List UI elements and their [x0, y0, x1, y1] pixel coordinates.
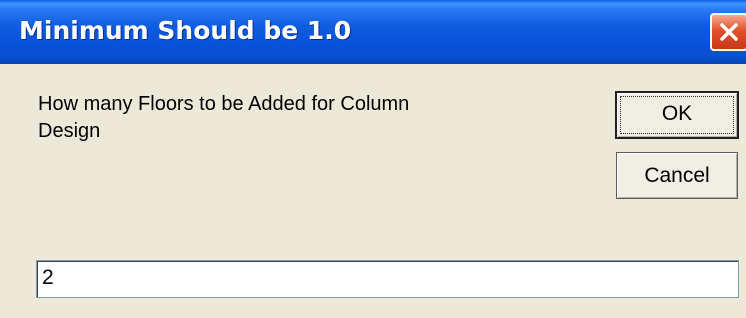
ok-button[interactable]: OK — [615, 91, 739, 139]
prompt-line-1: How many Floors to be Added for Column — [38, 93, 410, 115]
floors-input[interactable]: 2 — [36, 260, 739, 298]
title-bar[interactable]: Minimum Should be 1.0 — [0, 0, 746, 64]
prompt-text: How many Floors to be Added for Column D… — [38, 91, 538, 145]
input-dialog-window: Minimum Should be 1.0 How many Floors to… — [0, 0, 746, 318]
close-button[interactable] — [710, 13, 746, 51]
window-title: Minimum Should be 1.0 — [19, 16, 352, 45]
prompt-line-2: Design — [38, 120, 101, 142]
cancel-button[interactable]: Cancel — [616, 152, 738, 199]
